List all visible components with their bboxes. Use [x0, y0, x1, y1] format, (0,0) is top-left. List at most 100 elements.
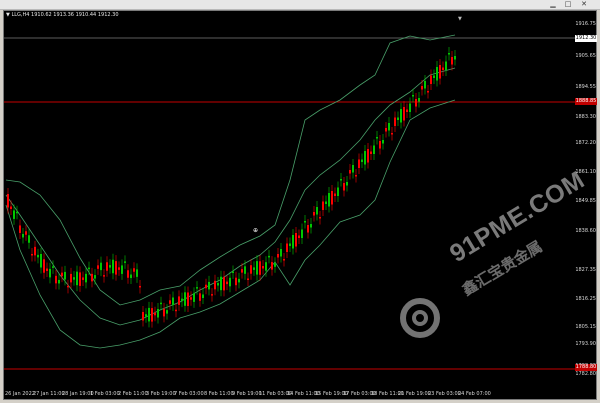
candle-body: [202, 294, 204, 298]
candle-body: [247, 278, 249, 280]
candle-body: [19, 225, 21, 233]
candle-body: [271, 262, 273, 270]
candle-body: [277, 254, 279, 258]
candle-body: [286, 243, 288, 252]
candle-body: [397, 117, 399, 120]
price-label: 1894.55: [575, 84, 596, 90]
time-label: 1 Feb 03:00: [90, 391, 120, 397]
candle-body: [415, 99, 417, 107]
candle-body: [151, 308, 153, 322]
candle-body: [289, 243, 291, 246]
time-label: 3 Feb 19:00: [146, 391, 176, 397]
candle-body: [394, 117, 396, 126]
candle-body: [160, 302, 162, 305]
candle-body: [73, 277, 75, 280]
candle-body: [442, 67, 444, 70]
candle-body: [316, 207, 318, 215]
candle-body: [181, 298, 183, 302]
chart-shift-icon[interactable]: ▼: [458, 16, 462, 22]
candle-body: [427, 91, 429, 93]
candle-body: [256, 261, 258, 275]
candle-body: [421, 86, 423, 90]
candle-body: [22, 233, 24, 238]
candle-body: [322, 201, 324, 210]
candle-body: [280, 249, 282, 257]
time-label: 27 Jan 11:00: [33, 391, 65, 397]
candle-body: [85, 273, 87, 283]
candle-body: [91, 273, 93, 282]
candle-body: [121, 265, 123, 274]
candle-body: [64, 271, 66, 280]
candle-body: [334, 193, 336, 196]
candle-body: [313, 212, 315, 216]
candle-body: [388, 123, 390, 131]
candle-body: [439, 65, 441, 79]
candle-body: [229, 277, 231, 287]
candle-body: [55, 275, 57, 284]
candle-body: [190, 297, 192, 300]
candle-body: [10, 206, 12, 209]
candle-body: [175, 309, 177, 312]
candle-body: [49, 268, 51, 278]
candle-body: [433, 75, 435, 78]
candle-body: [370, 151, 372, 154]
candle-body: [178, 296, 180, 305]
candle-body: [448, 53, 450, 55]
candle-body: [223, 276, 225, 291]
candle-body: [445, 61, 447, 70]
price-label: 1883.30: [575, 114, 596, 120]
time-label: 21 Feb 19:00: [398, 391, 431, 397]
candle-body: [46, 268, 48, 272]
candle-body: [301, 229, 303, 238]
candle-body: [424, 81, 426, 89]
candle-body: [346, 182, 348, 186]
price-label: 1916.75: [575, 21, 596, 27]
candle-body: [34, 246, 36, 256]
candle-body: [268, 255, 270, 258]
candle-body: [304, 221, 306, 223]
candle-body: [130, 274, 132, 279]
candle-body: [61, 272, 63, 277]
candle-body: [283, 259, 285, 261]
candle-body: [319, 217, 321, 219]
candle-body: [187, 292, 189, 306]
candle-body: [133, 268, 135, 272]
candle-body: [238, 278, 240, 283]
time-label: 8 Feb 11:00: [204, 391, 234, 397]
candle-body: [418, 98, 420, 102]
price-label: 1872.20: [575, 140, 596, 146]
candle-body: [274, 263, 276, 267]
candle-body: [364, 151, 366, 165]
candle-body: [430, 75, 432, 84]
candle-body: [76, 271, 78, 286]
chart-window: ▁ □ ✕ ▼ LLG,H4 1910.62 1913.36 1910.44 1…: [0, 0, 600, 403]
candle-body: [208, 281, 210, 290]
candle-body: [217, 283, 219, 286]
candle-body: [145, 314, 147, 317]
candle-body: [16, 211, 18, 214]
candle-body: [400, 109, 402, 123]
candle-body: [352, 165, 354, 173]
candle-body: [454, 56, 456, 60]
candle-body: [25, 231, 27, 235]
crosshair-icon: ⊕: [253, 227, 258, 234]
candle-body: [88, 267, 90, 270]
price-label: 1782.80: [575, 371, 596, 377]
candle-body: [142, 312, 144, 321]
candle-body: [361, 159, 363, 162]
candle-body: [382, 140, 384, 144]
candle-body: [40, 253, 42, 268]
candle-body: [112, 259, 114, 274]
candle-body: [235, 277, 237, 286]
candle-body: [136, 269, 138, 277]
candle-body: [262, 266, 264, 269]
candle-body: [82, 277, 84, 280]
price-tag-upper: 1888.85: [575, 98, 597, 105]
candle-body: [184, 292, 186, 306]
watermark: 91PME.COM 鑫汇宝贵金属: [398, 166, 590, 354]
candle-body: [205, 284, 207, 289]
time-label: 28 Jan 19:00: [62, 391, 94, 397]
candle-body: [163, 308, 165, 317]
time-label: 2 Feb 11:00: [118, 391, 148, 397]
candle-body: [250, 265, 252, 274]
